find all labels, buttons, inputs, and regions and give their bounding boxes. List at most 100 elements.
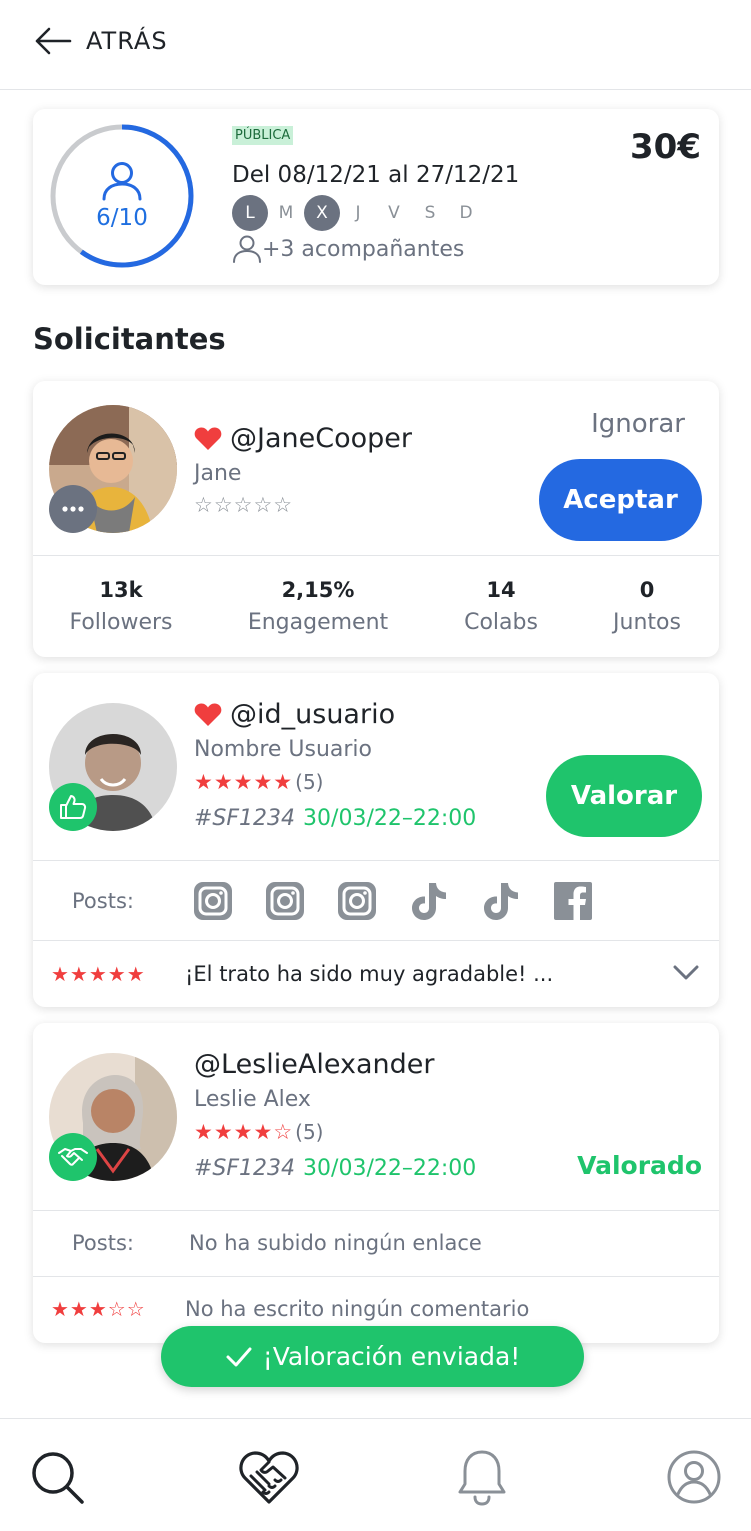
handshake-heart-icon [239,1451,299,1504]
tiktok-icon[interactable] [409,881,449,921]
price: 30€ [630,127,701,167]
applicant-name: Nombre Usuario [194,737,373,762]
stat-engagement: 2,15% Engagement [233,578,403,635]
heart-icon[interactable] [194,702,222,727]
weekday-m: M [278,203,294,223]
user-icon [102,162,142,201]
no-links-text: No ha subido ningún enlace [189,1231,482,1255]
applicant-card: @LeslieAlexander Leslie Alex ★★★★ ☆ (5) #… [33,1023,719,1343]
search-icon [32,1452,84,1504]
stat-label: Juntos [613,610,681,635]
arrow-left-icon [35,27,72,55]
instagram-icon[interactable] [337,881,377,921]
bell-icon [458,1450,506,1506]
review-text: ¡El trato ha sido muy agradable! ... [185,962,554,986]
stat-value: 2,15% [281,578,355,602]
booking-ref-row: #SF1234 30/03/22–22:00 [194,806,476,831]
instagram-icon[interactable] [265,881,305,921]
applicant-card: @id_usuario Nombre Usuario ★★★★★ (5) #SF… [33,673,719,1007]
review-stars: ★★★★★ [51,962,146,986]
weekday-s: S [424,203,436,223]
tab-profile[interactable] [664,1447,724,1507]
stat-juntos: 0 Juntos [599,578,695,635]
offer-summary-card[interactable]: 6/10 PÚBLICA Del 08/12/21 al 27/12/21 LM… [33,109,719,285]
rate-button[interactable]: Valorar [546,755,702,837]
success-toast: ¡Valoración enviada! [161,1326,584,1387]
weekday-x: X [304,195,340,231]
rating-count: (5) [295,1120,324,1144]
applicant-handle-row: @LeslieAlexander [194,1049,434,1080]
profile-icon [667,1450,721,1504]
booking-ref: #SF1234 [194,1156,296,1181]
rating-stars: ★★★★★ (5) [194,770,323,794]
visibility-badge: PÚBLICA [232,126,294,145]
rating-count: (5) [295,770,324,794]
weekday-l: L [232,195,268,231]
accept-button[interactable]: Aceptar [539,459,702,541]
review-text: No ha escrito ningún comentario [185,1297,530,1321]
ignore-button[interactable]: Ignorar [591,409,685,439]
more-options-badge[interactable] [49,485,97,533]
companions: +3 acompañantes [232,235,464,263]
star-empty: ☆☆☆☆☆ [194,493,294,517]
posts-label: Posts: [72,889,134,913]
toast-text: ¡Valoración enviada! [262,1342,521,1371]
applicant-handle-row: @JaneCooper [194,423,412,454]
booking-datetime: 30/03/22–22:00 [303,806,477,831]
stat-label: Colabs [464,610,538,635]
rating-stars: ☆☆☆☆☆ [194,493,293,517]
stat-value: 0 [639,578,655,602]
date-range: Del 08/12/21 al 27/12/21 [232,162,520,188]
stat-value: 14 [486,578,516,602]
person-icon [233,235,261,263]
tiktok-icon[interactable] [481,881,521,921]
star-filled: ★★★★★ [194,770,294,794]
back-label: ATRÁS [86,27,168,55]
heart-icon[interactable] [194,426,222,451]
weekday-selector: LMXJ V S D [232,195,484,231]
booking-ref: #SF1234 [194,806,296,831]
rated-status: Valorado [577,1151,702,1180]
facebook-icon[interactable] [553,881,593,921]
handshake-icon [58,1148,88,1166]
applicant-handle-row: @id_usuario [194,699,395,730]
instagram-icon[interactable] [193,881,233,921]
weekday-j: J [355,203,361,223]
stat-followers: 13k Followers [61,578,181,635]
stat-colabs: 14 Colabs [451,578,551,635]
booking-datetime: 30/03/22–22:00 [303,1156,477,1181]
tab-notifications[interactable] [452,1447,512,1507]
stats-row: 13k Followers 2,15% Engagement 14 Colabs… [33,556,719,656]
weekday-d: D [459,203,473,223]
stat-label: Followers [69,610,173,635]
thumbs-up-icon [60,795,87,819]
stat-label: Engagement [247,610,389,635]
divider [33,1210,719,1211]
weekday-v: V [388,203,400,223]
more-icon [62,506,84,512]
check-icon [226,1347,252,1366]
slots-count: 6/10 [96,205,148,231]
tab-deals[interactable] [239,1447,299,1507]
stat-value: 13k [99,578,143,602]
bottom-tab-bar [0,1418,751,1531]
applicant-name: Jane [194,461,242,486]
applicant-card: @JaneCooper Jane ☆☆☆☆☆ Ignorar Aceptar 1… [33,381,719,657]
applicant-handle[interactable]: @id_usuario [230,699,395,730]
applicant-name: Leslie Alex [194,1087,311,1112]
posts-label: Posts: [72,1231,134,1255]
divider [33,940,719,941]
star-empty: ☆ [273,1120,294,1144]
companions-label: +3 acompañantes [262,236,465,262]
top-bar: ATRÁS [0,0,751,90]
tab-search[interactable] [27,1447,87,1507]
applicant-handle[interactable]: @LeslieAlexander [194,1049,434,1080]
divider [33,1276,719,1277]
applicant-handle[interactable]: @JaneCooper [230,423,412,454]
back-button[interactable]: ATRÁS [34,26,168,56]
divider [33,860,719,861]
liked-badge [49,783,97,831]
review-stars: ★★★☆☆ [51,1297,146,1321]
chevron-down-icon[interactable] [673,965,699,981]
section-title: Solicitantes [33,322,226,356]
